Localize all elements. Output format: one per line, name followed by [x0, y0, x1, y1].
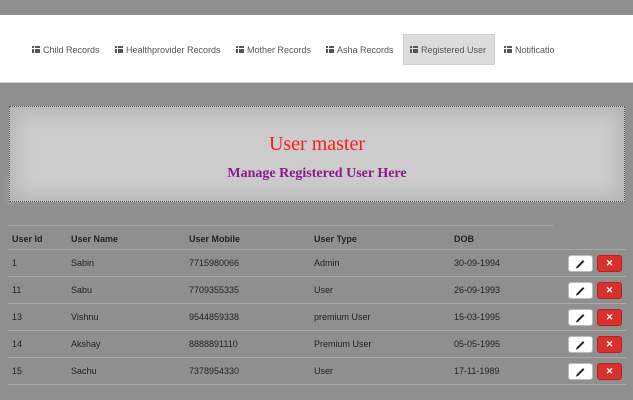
edit-button[interactable] — [568, 282, 593, 299]
edit-button[interactable] — [568, 309, 593, 326]
cell-user-type: User — [314, 285, 334, 295]
cell-dob: 30-09-1994 — [454, 258, 501, 268]
hero-panel: User master Manage Registered User Here — [9, 106, 625, 202]
close-icon: ✕ — [605, 312, 614, 322]
cell-user-type: premium User — [314, 312, 371, 322]
column-header-dob: DOB — [454, 234, 474, 244]
list-icon — [236, 46, 244, 53]
delete-button[interactable]: ✕ — [597, 363, 622, 380]
page-title: User master — [268, 133, 366, 155]
nav-item-mother-records[interactable]: Mother Records — [230, 34, 317, 65]
cell-user-mobile: 7709355335 — [189, 285, 240, 295]
table-header: User Id User Name User Mobile User Type … — [8, 225, 626, 250]
list-icon — [32, 46, 40, 53]
top-strip — [0, 0, 633, 15]
navbar: Child Records Healthprovider Records Mot… — [0, 15, 633, 83]
nav-item-label: Healthprovider Records — [126, 44, 221, 55]
cell-user-id: 11 — [12, 285, 22, 295]
cell-user-name: Sachu — [71, 366, 97, 376]
list-icon — [410, 46, 418, 53]
delete-button[interactable]: ✕ — [597, 309, 622, 326]
list-icon — [115, 46, 123, 53]
nav-item-label: Notificatio — [515, 44, 555, 55]
table-row: 13 Vishnu 9544859338 premium User 15-03-… — [8, 304, 626, 331]
delete-button[interactable]: ✕ — [597, 255, 622, 272]
close-icon: ✕ — [605, 285, 614, 295]
cell-user-name: Sabu — [71, 285, 93, 295]
table-row: 14 Akshay 8888891110 Premium User 05-05-… — [8, 331, 626, 358]
cell-user-type: Admin — [314, 258, 340, 268]
cell-user-mobile: 7715980066 — [189, 258, 240, 268]
nav-item-asha-records[interactable]: Asha Records — [320, 34, 400, 65]
column-header-user-type: User Type — [314, 234, 357, 244]
close-icon: ✕ — [605, 339, 614, 349]
edit-button[interactable] — [568, 255, 593, 272]
cell-user-mobile: 9544859338 — [189, 312, 240, 322]
cell-user-name: Vishnu — [71, 312, 99, 322]
pencil-icon — [576, 313, 585, 322]
list-icon — [326, 46, 334, 53]
edit-button[interactable] — [568, 336, 593, 353]
table-row: 15 Sachu 7378954330 User 17-11-1989 ✕ — [8, 358, 626, 385]
cell-dob: 05-05-1995 — [454, 339, 501, 349]
nav-item-notifications[interactable]: Notificatio — [498, 34, 561, 65]
cell-dob: 17-11-1989 — [454, 366, 500, 376]
nav-item-label: Asha Records — [337, 44, 394, 55]
cell-user-id: 1 — [12, 258, 18, 268]
cell-user-id: 14 — [12, 339, 23, 349]
table-row: 11 Sabu 7709355335 User 26-09-1993 ✕ — [8, 277, 626, 304]
cell-user-id: 15 — [12, 366, 23, 376]
column-header-user-name: User Name — [71, 234, 119, 244]
page-subtitle: Manage Registered User Here — [227, 166, 407, 181]
delete-button[interactable]: ✕ — [597, 336, 622, 353]
nav-item-label: Child Records — [43, 44, 100, 55]
cell-user-type: Premium User — [314, 339, 372, 349]
cell-user-type: User — [314, 366, 334, 376]
cell-user-id: 13 — [12, 312, 23, 322]
pencil-icon — [576, 367, 585, 376]
delete-button[interactable]: ✕ — [597, 282, 622, 299]
table-row: 1 Sabin 7715980066 Admin 30-09-1994 ✕ — [8, 250, 626, 277]
close-icon: ✕ — [605, 366, 614, 376]
edit-button[interactable] — [568, 363, 593, 380]
nav-item-child-records[interactable]: Child Records — [26, 34, 106, 65]
cell-dob: 15-03-1995 — [454, 312, 501, 322]
cell-dob: 26-09-1993 — [454, 285, 501, 295]
column-header-user-id: User Id — [12, 234, 43, 244]
close-icon: ✕ — [605, 258, 614, 268]
nav-item-healthprovider-records[interactable]: Healthprovider Records — [109, 34, 227, 65]
pencil-icon — [576, 259, 585, 268]
nav-item-label: Registered User — [421, 44, 487, 55]
cell-user-name: Sabin — [71, 258, 95, 268]
pencil-icon — [576, 286, 585, 295]
cell-user-name: Akshay — [71, 339, 101, 349]
list-icon — [504, 46, 512, 53]
cell-user-mobile: 8888891110 — [189, 339, 238, 349]
nav-item-label: Mother Records — [247, 44, 312, 55]
cell-user-mobile: 7378954330 — [189, 366, 240, 376]
pencil-icon — [576, 340, 585, 349]
nav-item-registered-user[interactable]: Registered User — [403, 34, 495, 65]
column-header-user-mobile: User Mobile — [189, 234, 241, 244]
